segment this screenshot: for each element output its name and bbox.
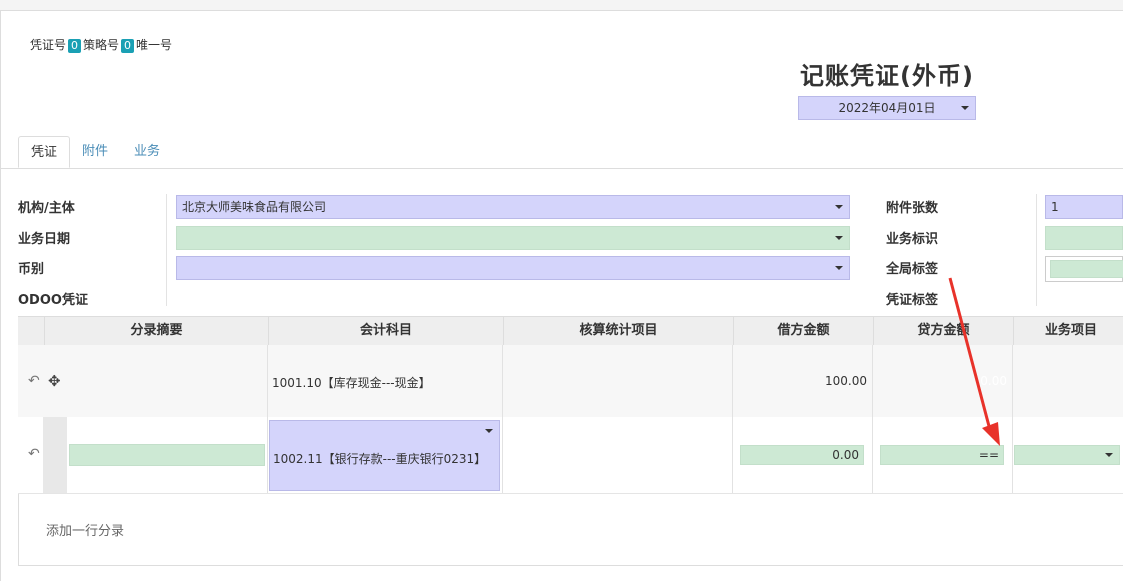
tab-voucher[interactable]: 凭证	[18, 136, 71, 168]
page-title: 记账凭证(外币)	[800, 62, 974, 90]
voucher-no-label: 凭证号	[30, 38, 67, 52]
row-account: 1002.11【银行存款---重庆银行0231】	[273, 452, 487, 466]
chevron-down-icon	[835, 266, 843, 270]
currency-select[interactable]	[176, 256, 850, 280]
tab-business[interactable]: 业务	[122, 136, 172, 168]
biz-date-label: 业务日期	[18, 232, 71, 247]
summary-input[interactable]	[69, 444, 265, 466]
undo-icon[interactable]: ↶	[28, 373, 40, 389]
annotation-arrow-icon	[948, 277, 1000, 446]
voucher-ids: 凭证号 0 策略号 0 唯一号	[30, 36, 172, 53]
row-account: 1001.10【库存现金---现金】	[272, 376, 431, 390]
attach-count-value: 1	[1051, 200, 1059, 214]
voucher-date-value: 2022年04月01日	[838, 101, 936, 115]
row-debit: 100.00	[825, 374, 867, 388]
attach-count-input[interactable]: 1	[1045, 195, 1123, 219]
biz-flag-input[interactable]	[1045, 226, 1123, 250]
entity-label: 机构/主体	[18, 201, 75, 216]
column-analytic: 核算统计项目	[503, 317, 733, 345]
tab-bar: 凭证 附件 业务	[0, 136, 1123, 169]
divider	[166, 194, 167, 306]
column-business-item: 业务项目	[1013, 317, 1123, 345]
row-handle	[43, 417, 67, 493]
divider	[1036, 194, 1037, 306]
undo-icon[interactable]: ↶	[28, 446, 40, 462]
voucher-no-badge: 0	[68, 39, 82, 53]
unique-no-label: 唯一号	[136, 38, 173, 52]
biz-flag-label: 业务标识	[886, 232, 939, 247]
debit-input[interactable]: 0.00	[740, 445, 864, 465]
column-debit: 借方金额	[733, 317, 873, 345]
column-summary: 分录摘要	[44, 317, 268, 345]
chevron-down-icon	[1105, 453, 1113, 457]
account-select[interactable]: 1002.11【银行存款---重庆银行0231】	[269, 420, 500, 491]
entity-value: 北京大师美味食品有限公司	[182, 200, 327, 214]
tab-attachments[interactable]: 附件	[70, 136, 120, 168]
chevron-down-icon	[485, 429, 493, 433]
move-icon[interactable]: ✥	[48, 372, 61, 390]
strategy-no-label: 策略号	[83, 38, 120, 52]
voucher-date-select[interactable]: 2022年04月01日	[798, 96, 976, 120]
header-handle	[18, 317, 44, 345]
business-item-select[interactable]	[1014, 445, 1120, 465]
chevron-down-icon	[961, 106, 969, 110]
row-debit: 0.00	[832, 448, 859, 462]
attach-count-label: 附件张数	[886, 201, 939, 216]
chevron-down-icon	[835, 205, 843, 209]
global-tag-input[interactable]	[1045, 256, 1123, 282]
strategy-no-badge: 0	[121, 39, 135, 53]
entity-select[interactable]: 北京大师美味食品有限公司	[176, 195, 850, 219]
column-account: 会计科目	[268, 317, 503, 345]
global-tag-chip	[1050, 260, 1123, 278]
biz-date-select[interactable]	[176, 226, 850, 250]
currency-label: 币别	[18, 262, 45, 277]
chevron-down-icon	[835, 236, 843, 240]
odoo-voucher-label: ODOO凭证	[18, 293, 88, 308]
add-line-link[interactable]: 添加一行分录	[46, 520, 124, 539]
